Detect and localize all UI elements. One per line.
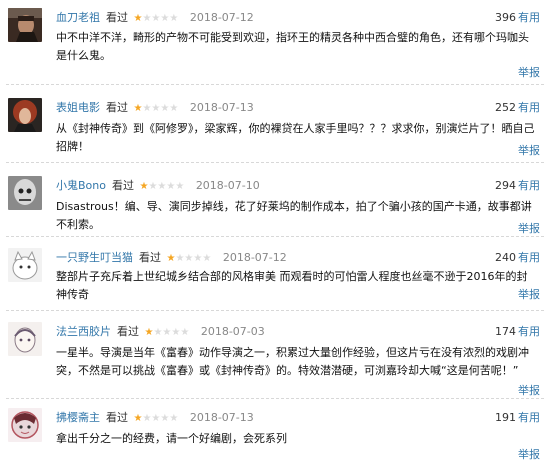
useful-label[interactable]: 有用 — [518, 411, 540, 424]
watched-label: 看过 — [106, 11, 128, 24]
review-content: 中不中洋不洋，畸形的产物不可能受到欢迎，指环王的精灵各种中西合璧的角色，还有哪个… — [56, 31, 529, 62]
review-date: 2018-07-12 — [222, 251, 287, 264]
star-icon: ★★★★ — [142, 413, 179, 424]
useful-number: 294 — [495, 179, 516, 192]
useful-label[interactable]: 有用 — [518, 179, 540, 192]
rating-stars: ★★★★★ — [167, 251, 212, 267]
report-link[interactable]: 举报 — [518, 448, 540, 462]
useful-number: 174 — [495, 325, 516, 338]
rating-stars: ★★★★★ — [134, 411, 179, 427]
rating-stars: ★★★★★ — [134, 11, 179, 27]
watched-label: 看过 — [106, 101, 128, 114]
divider — [6, 162, 544, 163]
review-date: 2018-07-13 — [189, 101, 254, 114]
star-icon: ★★★★ — [142, 13, 179, 24]
divider — [6, 398, 544, 399]
watched-label: 看过 — [139, 251, 161, 264]
review-date: 2018-07-13 — [189, 411, 254, 424]
review-item: 一只野生叮当猫 看过 ★★★★★ 2018-07-12 240 有用 整部片子充斥着… — [0, 242, 550, 308]
divider — [6, 236, 544, 237]
review-content: 从《封神传奇》到《阿修罗》，梁家辉，你的裸贷在人家手里吗？？？求求你，别演烂片了… — [56, 122, 535, 153]
review-header: 拂樱斋主 看过 ★★★★★ 2018-07-13 — [56, 410, 254, 426]
review-content: 一星半。导演是当年《富春》动作导演之一，积累过大量创作经验，但这片亏在没有浓烈的… — [56, 346, 529, 377]
review-header: 小鬼Bono 看过 ★★★★★ 2018-07-10 — [56, 178, 260, 194]
review-item: 表姐电影 看过 ★★★★★ 2018-07-13 252 有用 从《封神传奇》到《阿… — [0, 90, 550, 168]
review-item: 法兰西胶片 看过 ★★★★★ 2018-07-03 174 有用 一星半。导演是当年… — [0, 316, 550, 398]
divider — [6, 84, 544, 85]
useful-label[interactable]: 有用 — [518, 251, 540, 264]
review-content: 拿出千分之一的经费，请一个好编剧，会死系列 — [56, 432, 287, 445]
useful-count[interactable]: 174 有用 — [495, 324, 540, 340]
author-link[interactable]: 法兰西胶片 — [56, 325, 111, 338]
watched-label: 看过 — [106, 411, 128, 424]
review-item: 小鬼Bono 看过 ★★★★★ 2018-07-10 294 有用 Disastro… — [0, 170, 550, 240]
useful-label[interactable]: 有用 — [518, 101, 540, 114]
review-date: 2018-07-03 — [200, 325, 265, 338]
useful-number: 396 — [495, 11, 516, 24]
useful-number: 191 — [495, 411, 516, 424]
star-icon: ★★★★ — [148, 181, 185, 192]
watched-label: 看过 — [111, 179, 134, 192]
review-content: Disastrous！编、导、演同步掉线，花了好莱坞的制作成本，拍了个骗小孩的国… — [56, 200, 532, 231]
review-header: 血刀老祖 看过 ★★★★★ 2018-07-12 — [56, 10, 254, 26]
avatar[interactable] — [8, 408, 42, 442]
avatar[interactable] — [8, 176, 42, 210]
useful-count[interactable]: 191 有用 — [495, 410, 540, 426]
useful-count[interactable]: 252 有用 — [495, 100, 540, 116]
author-link[interactable]: 血刀老祖 — [56, 11, 100, 24]
report-link[interactable]: 举报 — [518, 144, 540, 158]
avatar[interactable] — [8, 248, 42, 282]
review-header: 法兰西胶片 看过 ★★★★★ 2018-07-03 — [56, 324, 265, 340]
rating-stars: ★★★★★ — [139, 179, 184, 195]
useful-label[interactable]: 有用 — [518, 11, 540, 24]
star-icon: ★★★★ — [175, 253, 212, 264]
report-link[interactable]: 举报 — [518, 384, 540, 398]
report-link[interactable]: 举报 — [518, 66, 540, 80]
review-header: 表姐电影 看过 ★★★★★ 2018-07-13 — [56, 100, 254, 116]
rating-stars: ★★★★★ — [145, 325, 190, 341]
rating-stars: ★★★★★ — [134, 101, 179, 117]
avatar[interactable] — [8, 322, 42, 356]
useful-number: 240 — [495, 251, 516, 264]
useful-count[interactable]: 396 有用 — [495, 10, 540, 26]
useful-count[interactable]: 240 有用 — [495, 250, 540, 266]
divider — [6, 310, 544, 311]
review-item: 血刀老祖 看过 ★★★★★ 2018-07-12 396 有用 中不中洋不洋，畸形的… — [0, 0, 550, 80]
star-icon: ★★★★ — [142, 103, 179, 114]
author-link[interactable]: 小鬼Bono — [56, 179, 106, 192]
avatar[interactable] — [8, 98, 42, 132]
author-link[interactable]: 拂樱斋主 — [56, 411, 100, 424]
review-header: 一只野生叮当猫 看过 ★★★★★ 2018-07-12 — [56, 250, 287, 266]
author-link[interactable]: 表姐电影 — [56, 101, 100, 114]
review-date: 2018-07-12 — [189, 11, 254, 24]
useful-number: 252 — [495, 101, 516, 114]
useful-label[interactable]: 有用 — [518, 325, 540, 338]
review-date: 2018-07-10 — [195, 179, 260, 192]
watched-label: 看过 — [117, 325, 139, 338]
report-link[interactable]: 举报 — [518, 288, 540, 302]
report-link[interactable]: 举报 — [518, 222, 540, 236]
review-item: 拂樱斋主 看过 ★★★★★ 2018-07-13 191 有用 拿出千分之一的经费，… — [0, 402, 550, 464]
avatar[interactable] — [8, 8, 42, 42]
author-link[interactable]: 一只野生叮当猫 — [56, 251, 133, 264]
review-content: 整部片子充斥着上世纪城乡结合部的风格审美 而观看时的可怕雷人程度也丝毫不逊于20… — [56, 270, 528, 301]
star-icon: ★★★★ — [153, 327, 190, 338]
useful-count[interactable]: 294 有用 — [495, 178, 540, 194]
